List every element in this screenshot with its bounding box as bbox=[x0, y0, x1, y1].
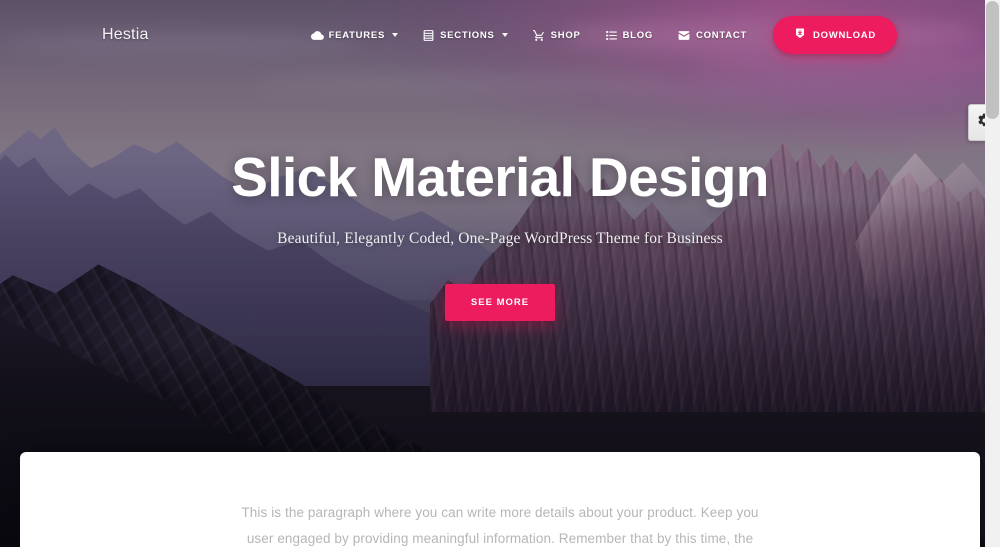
content-card: This is the paragraph where you can writ… bbox=[20, 452, 980, 547]
primary-navigation: FEATURES SECTIONS SHOP BLOG CONTACT DOWN… bbox=[299, 16, 897, 54]
vertical-scrollbar-thumb[interactable] bbox=[986, 1, 999, 119]
nav-item-shop[interactable]: SHOP bbox=[520, 19, 593, 52]
nav-item-features[interactable]: FEATURES bbox=[299, 19, 411, 52]
nav-item-label: SHOP bbox=[550, 29, 581, 41]
download-button[interactable]: DOWNLOAD bbox=[773, 16, 897, 54]
cloud-icon bbox=[310, 29, 324, 42]
nav-item-label: CONTACT bbox=[696, 29, 747, 41]
main-navbar: Hestia FEATURES SECTIONS SHOP BLOG CONTA… bbox=[0, 0, 1000, 70]
hero-title: Slick Material Design bbox=[231, 145, 769, 208]
chevron-down-icon bbox=[501, 33, 508, 37]
intro-paragraph: This is the paragraph where you can writ… bbox=[241, 505, 759, 546]
layers-icon bbox=[422, 29, 435, 42]
hero-subtitle: Beautiful, Elegantly Coded, One-Page Wor… bbox=[277, 230, 723, 248]
site-logo[interactable]: Hestia bbox=[102, 26, 149, 44]
nav-item-blog[interactable]: BLOG bbox=[593, 19, 665, 52]
nav-item-contact[interactable]: CONTACT bbox=[665, 19, 759, 52]
nav-item-label: FEATURES bbox=[328, 29, 386, 41]
nav-item-label: SECTIONS bbox=[440, 29, 495, 41]
shopping-cart-icon bbox=[532, 29, 546, 42]
nav-item-label: BLOG bbox=[622, 29, 654, 41]
envelope-icon bbox=[677, 29, 691, 42]
download-shield-icon bbox=[794, 27, 806, 43]
list-icon bbox=[605, 29, 618, 42]
download-button-label: DOWNLOAD bbox=[813, 29, 876, 41]
see-more-button[interactable]: SEE MORE bbox=[444, 284, 556, 322]
chevron-down-icon bbox=[392, 33, 399, 37]
nav-item-sections[interactable]: SECTIONS bbox=[410, 19, 520, 52]
